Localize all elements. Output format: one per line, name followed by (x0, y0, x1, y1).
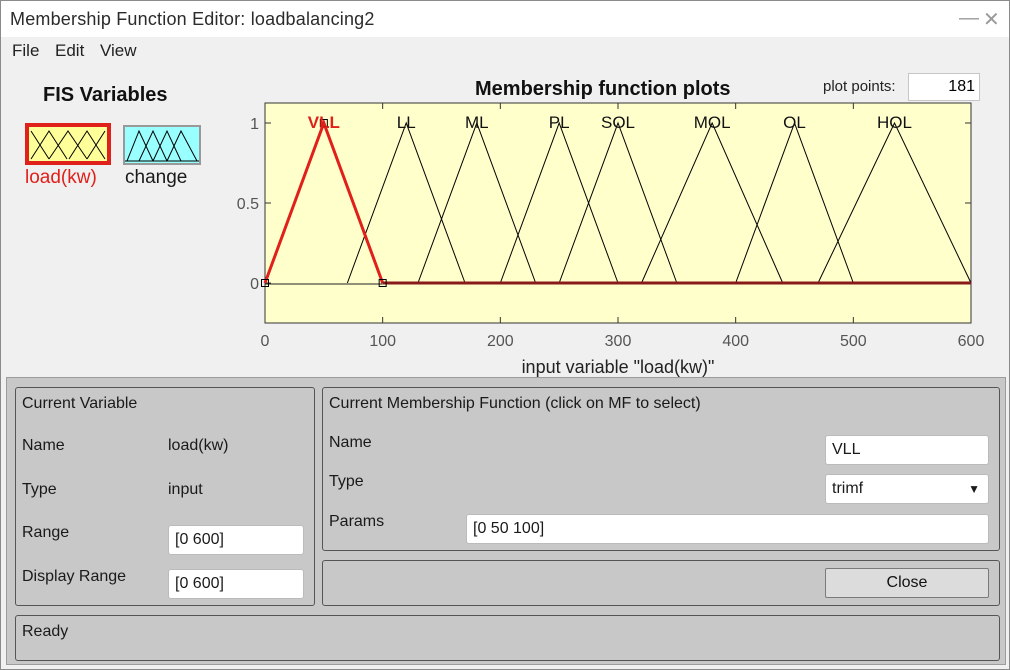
mf-label-ll: LL (397, 113, 416, 132)
mf-label-mol: MOL (694, 113, 731, 132)
mf-editor-window: Membership Function Editor: loadbalancin… (0, 0, 1010, 670)
mf-plot[interactable]: 0 100 200 300 400 500 600 0 0.5 1 input variable "… (221, 101, 1001, 379)
x-tick-label: 600 (958, 333, 985, 350)
mf-label-ml: ML (465, 113, 489, 132)
output-variable-label[interactable]: change (125, 167, 187, 189)
y-tick-label: 1 (250, 116, 259, 133)
mf-params-field[interactable]: [0 50 100] (466, 514, 989, 544)
chevron-down-icon: ▼ (968, 482, 980, 496)
mf-params-label: Params (329, 513, 385, 530)
title-bar: Membership Function Editor: loadbalancin… (1, 1, 1009, 37)
variable-name-value: load(kw) (168, 437, 229, 454)
fis-variables-heading: FIS Variables (43, 84, 168, 106)
close-button[interactable]: Close (825, 568, 989, 598)
display-range-field[interactable]: [0 600] (168, 569, 304, 599)
mf-name-field[interactable]: VLL (825, 435, 989, 465)
mf-type-value: trimf (832, 480, 864, 497)
output-variable-box[interactable] (123, 125, 201, 165)
menu-bar (1, 37, 1009, 65)
mf-type-label: Type (329, 473, 364, 490)
variable-type-value: input (168, 481, 203, 498)
x-axis-label: input variable "load(kw)" (522, 357, 715, 377)
current-variable-panel: Current Variable Name load(kw) Type inpu… (15, 387, 315, 606)
mf-label-hol: HOL (877, 113, 912, 132)
x-tick-label: 0 (261, 333, 270, 350)
plot-points-input[interactable]: 181 (908, 73, 980, 101)
current-mf-heading: Current Membership Function (click on MF… (329, 395, 701, 412)
status-panel: Ready (15, 615, 1000, 661)
x-tick-label: 500 (840, 333, 867, 350)
mf-label-ol: OL (783, 113, 806, 132)
plot-title: Membership function plots (475, 78, 731, 100)
output-mf-icon (125, 129, 199, 162)
current-variable-heading: Current Variable (22, 395, 138, 412)
y-tick-label: 0 (250, 276, 259, 293)
controls-area: Current Variable Name load(kw) Type inpu… (6, 377, 1006, 665)
menu-view[interactable]: View (100, 41, 137, 61)
x-tick-label: 200 (487, 333, 514, 350)
name-label: Name (22, 437, 65, 454)
type-label: Type (22, 481, 57, 498)
mf-name-label: Name (329, 434, 372, 451)
x-tick-label: 400 (722, 333, 749, 350)
mf-label-vll: VLL (308, 113, 340, 132)
button-panel: Close (322, 560, 1000, 606)
minimize-icon[interactable]: — (959, 7, 979, 30)
x-tick-label: 100 (369, 333, 396, 350)
plot-points-label: plot points: (823, 78, 896, 95)
input-variable-box[interactable] (25, 123, 111, 165)
y-tick-label: 0.5 (237, 196, 259, 213)
menu-edit[interactable]: Edit (55, 41, 84, 61)
x-tick-label: 300 (605, 333, 632, 350)
window-title: Membership Function Editor: loadbalancin… (10, 9, 375, 29)
current-mf-panel: Current Membership Function (click on MF… (322, 387, 1000, 551)
menu-file[interactable]: File (12, 41, 39, 61)
range-field[interactable]: [0 600] (168, 525, 304, 555)
mf-label-sol: SOL (601, 113, 635, 132)
display-range-label: Display Range (22, 568, 127, 585)
mf-type-select[interactable]: trimf ▼ (825, 474, 989, 504)
plot-background (264, 102, 972, 324)
close-icon[interactable]: ✕ (983, 7, 1000, 32)
status-text: Ready (22, 623, 69, 640)
input-variable-label[interactable]: load(kw) (25, 167, 97, 189)
mf-label-pl: PL (549, 113, 570, 132)
input-mf-icon (30, 130, 106, 160)
range-label: Range (22, 524, 70, 541)
